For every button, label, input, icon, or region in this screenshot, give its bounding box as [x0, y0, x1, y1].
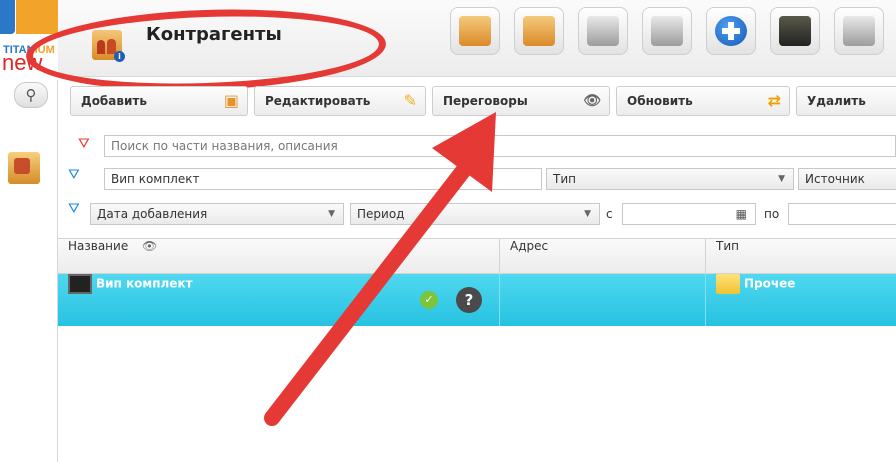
eye-icon: 👁 [583, 93, 601, 109]
filter-icon[interactable]: ⛛ [68, 202, 82, 216]
refresh-button[interactable]: Обновить ⇄ [616, 86, 790, 116]
chevron-down-icon: ▼ [328, 209, 335, 219]
sidebar [0, 80, 58, 462]
note-icon [716, 274, 740, 294]
table-row[interactable]: Вип комплект ✓ ? Прочее [58, 274, 896, 326]
date-to-input[interactable] [788, 203, 896, 225]
column-header-name[interactable]: Название 👁 [58, 239, 500, 273]
from-label: с [606, 207, 613, 221]
help-icon[interactable]: ? [456, 287, 482, 313]
calendar-icon[interactable]: ▦ [736, 204, 747, 224]
monitor-icon[interactable] [770, 7, 820, 55]
table-header: Название 👁 Адрес Тип [58, 238, 896, 274]
eye-icon[interactable]: 👁 [142, 239, 157, 253]
filter-icon[interactable]: ⛛ [68, 168, 82, 182]
negotiations-button[interactable]: Переговоры 👁 [432, 86, 610, 116]
search-toggle-icon[interactable]: ⚲ [14, 82, 48, 108]
chevron-down-icon: ▼ [584, 209, 591, 219]
date-from-input[interactable]: ▦ [622, 203, 756, 225]
chevron-down-icon: ▼ [778, 174, 785, 184]
period-select[interactable]: Период ▼ [350, 203, 600, 225]
cell-name: Вип комплект ✓ ? [58, 274, 500, 326]
download-icon[interactable] [834, 7, 884, 55]
to-label: по [764, 207, 780, 221]
source-select[interactable]: Источник [798, 168, 896, 190]
monitor-icon [68, 274, 92, 294]
logo-mark-orange [16, 0, 62, 34]
column-header-type[interactable]: Тип [706, 239, 896, 273]
users-add-icon[interactable] [578, 7, 628, 55]
contractors-table: Название 👁 Адрес Тип Вип комплект ✓ ? Пр… [58, 238, 896, 462]
contractors-add-icon[interactable] [450, 7, 500, 55]
contractors-module-icon[interactable] [8, 152, 40, 184]
search-input[interactable]: Поиск по части названия, описания [104, 135, 896, 157]
delete-button[interactable]: Удалить [796, 86, 896, 116]
add-button[interactable]: Добавить ▣ [70, 86, 248, 116]
add-icon: ▣ [223, 91, 239, 110]
pencil-icon: ✎ [403, 91, 417, 110]
cell-type: Прочее [706, 274, 896, 326]
edit-button[interactable]: Редактировать ✎ [254, 86, 426, 116]
logo-mark-blue [0, 0, 15, 34]
type-select[interactable]: Тип ▼ [546, 168, 794, 190]
name-filter-input[interactable]: Вип комплект [104, 168, 542, 190]
check-icon[interactable]: ✓ [420, 291, 438, 309]
users-info-icon[interactable] [642, 7, 692, 55]
date-field-select[interactable]: Дата добавления ▼ [90, 203, 344, 225]
cell-address [500, 274, 706, 326]
column-header-address[interactable]: Адрес [500, 239, 706, 273]
contractors-info-icon[interactable] [514, 7, 564, 55]
clear-filter-icon[interactable]: ⛛ [78, 137, 92, 151]
refresh-icon: ⇄ [767, 91, 781, 110]
plus-icon[interactable] [706, 7, 756, 55]
action-bar: Добавить ▣ Редактировать ✎ Переговоры 👁 Обн… [70, 82, 896, 124]
